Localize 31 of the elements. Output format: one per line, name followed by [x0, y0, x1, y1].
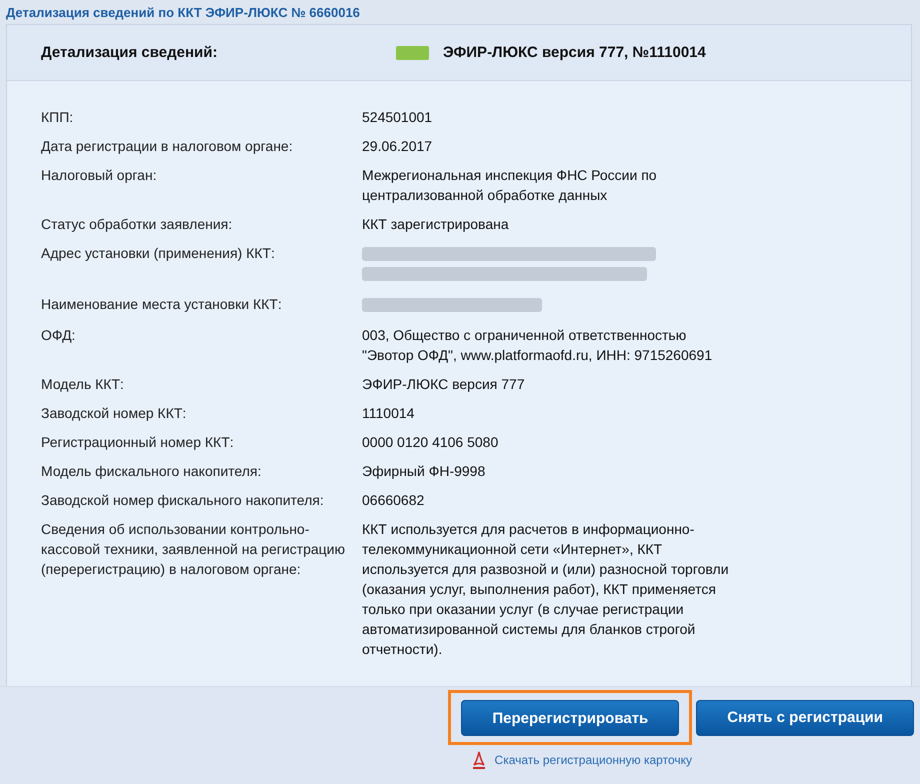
field-value: Межрегиональная инспекция ФНС России по централизованной обработке данных [362, 166, 658, 205]
action-button[interactable]: Перерегистрировать [461, 700, 680, 736]
field-value: ЭФИР-ЛЮКС версия 777 [362, 375, 526, 394]
field-label: Дата регистрации в налоговом органе: [40, 137, 294, 156]
field-label: КПП: [40, 108, 74, 127]
field-label: Заводской номер фискального накопителя: [40, 491, 325, 510]
device-name: ЭФИР-ЛЮКС версия 777, №1110014 [443, 44, 706, 61]
download-link[interactable]: Скачать регистрационную карточку [470, 751, 692, 769]
field-value: 003, Общество с ограниченной ответственностью "Эвотор ОФД", www.platformaofd.ru, ИНН: 9715260691 [362, 326, 714, 365]
field-label: Сведения об использовании контрольно-кассовой техники, заявленной на регистрацию (перерегистрацию) в налоговом органе: [40, 520, 346, 579]
action-button[interactable]: Снять с регистрации [696, 700, 914, 736]
field-label: Регистрационный номер ККТ: [40, 433, 235, 452]
field-label: Статус обработки заявления: [40, 215, 234, 234]
field-label: Наименование места установки ККТ: [40, 295, 283, 314]
window-title: Детализация сведений по ККТ ЭФИР-ЛЮКС № 6660016 [5, 4, 361, 22]
field-value: 524501001 [362, 108, 434, 127]
field-value: 1110014 [362, 404, 416, 423]
field-value: 29.06.2017 [362, 137, 434, 156]
field-value: ККТ зарегистрирована [362, 215, 510, 234]
field-label: Адрес установки (применения) ККТ: [40, 244, 276, 263]
field-value: ККТ используется для расчетов в информационно-телекоммуникационной сети «Интернет», ККТ используется для развозной и (или) разносной торговли (оказания услуг, выполнения работ), ККТ применяется только при оказании услуг (в случае регистрации автоматизированной системы для бланков строгой отчетности). [362, 520, 730, 659]
field-label: ОФД: [40, 326, 76, 345]
field-label: Налоговый орган: [40, 166, 158, 185]
field-value: 0000 0120 4106 5080 [362, 433, 500, 452]
field-value: Эфирный ФН-9998 [362, 462, 486, 481]
field-label: Заводской номер ККТ: [40, 404, 188, 423]
header-label: Детализация сведений: [40, 44, 218, 61]
field-label: Модель ККТ: [40, 375, 125, 394]
field-label: Модель фискального накопителя: [40, 462, 262, 481]
pdf-icon [470, 751, 487, 769]
field-value: 06660682 [362, 491, 426, 510]
